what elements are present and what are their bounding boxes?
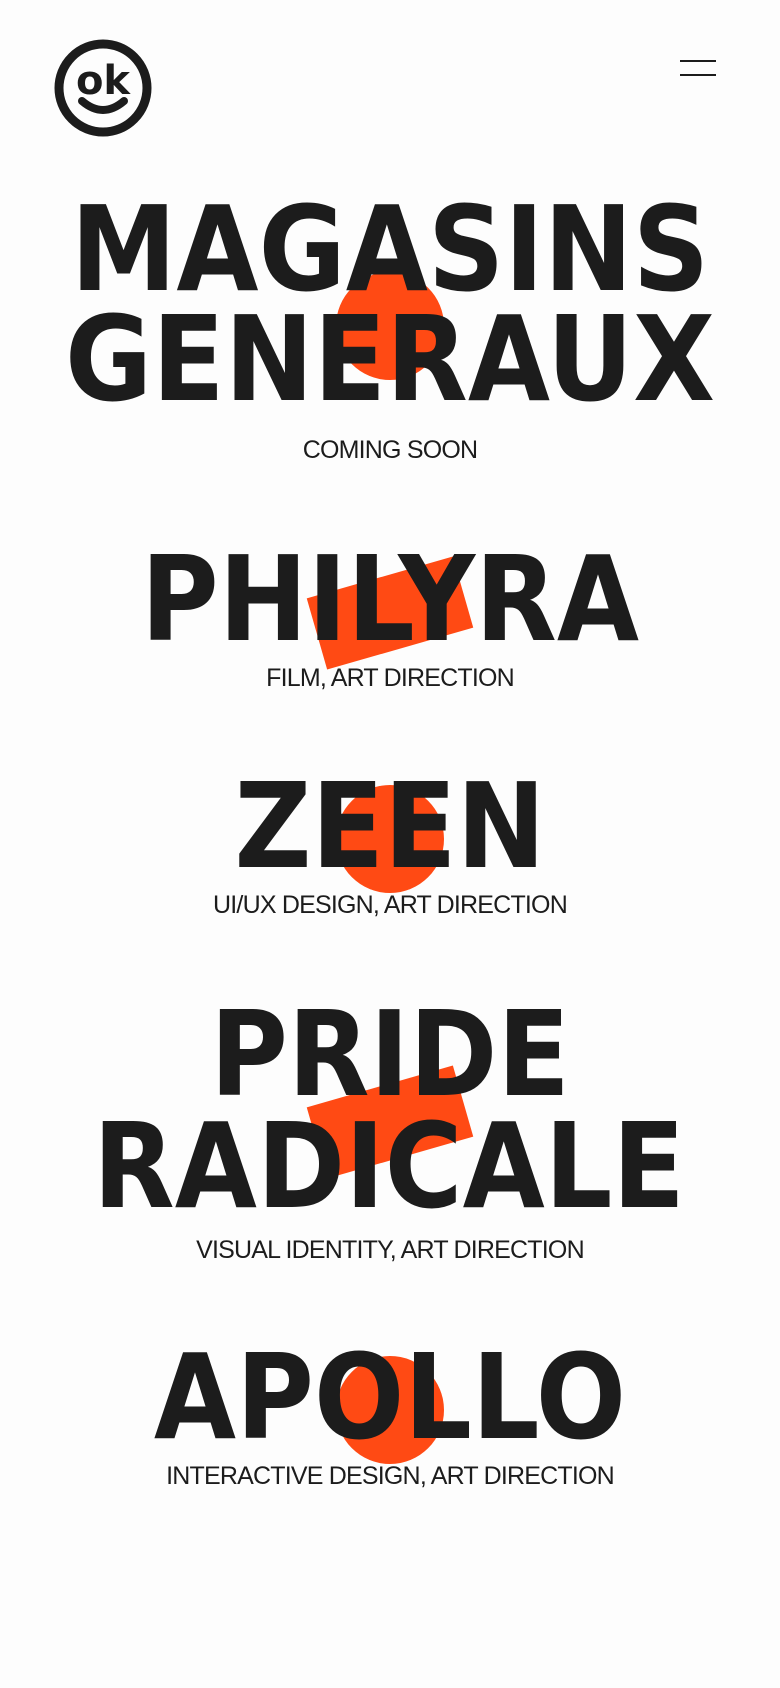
project-subtitle: INTERACTIVE DESIGN, ART DIRECTION [166,1462,615,1490]
project-apollo[interactable]: APOLLO INTERACTIVE DESIGN, ART DIRECTION [0,1338,780,1498]
project-subtitle: VISUAL IDENTITY, ART DIRECTION [196,1236,584,1264]
menu-icon-bar-top [680,60,716,62]
project-title-line: APOLLO [153,1328,627,1466]
menu-button[interactable] [680,56,718,80]
project-zeen[interactable]: ZEEN UI/UX DESIGN, ART DIRECTION [0,767,780,927]
project-title-line: PHILYRA [140,530,640,668]
project-title-line: ZEEN [234,757,546,895]
project-title-line: GENERAUX [65,290,715,428]
project-philyra[interactable]: PHILYRA FILM, ART DIRECTION [0,540,780,710]
project-pride-radicale[interactable]: PRIDE RADICALE VISUAL IDENTITY, ART DIRE… [0,995,780,1265]
project-subtitle: UI/UX DESIGN, ART DIRECTION [213,891,568,919]
project-subtitle: COMING SOON [302,436,478,464]
project-magasins-generaux[interactable]: MAGASINS GENERAUX COMING SOON [0,190,780,470]
project-title-line: PRIDE [210,985,570,1123]
smiley-ok-logo-icon: ok [54,39,152,137]
project-subtitle: FILM, ART DIRECTION [266,664,515,692]
project-title-line: RADICALE [92,1097,685,1235]
ok-logo[interactable]: ok [54,39,152,137]
menu-icon-bar-bottom [680,74,716,76]
